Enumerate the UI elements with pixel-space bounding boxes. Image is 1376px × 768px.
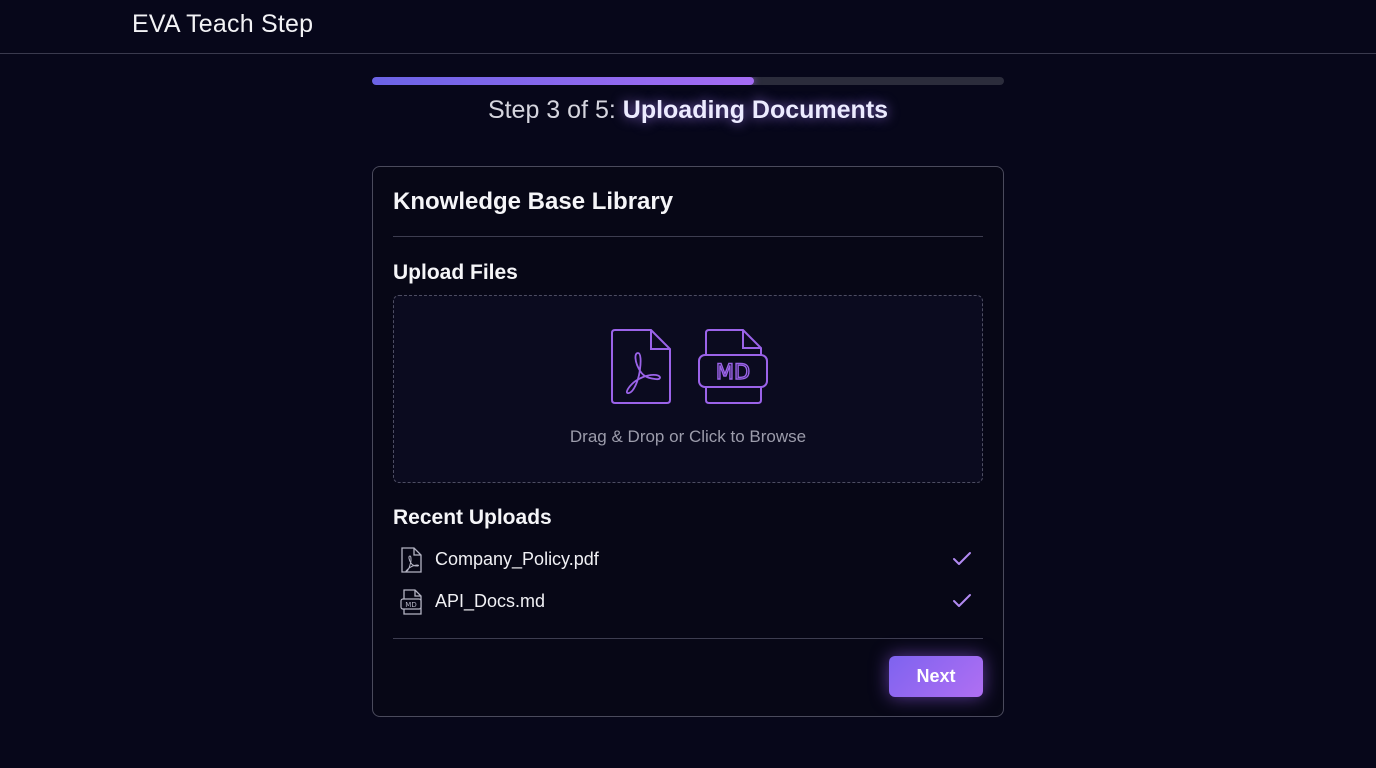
list-item[interactable]: Company_Policy.pdf [393,545,983,575]
knowledge-base-card: Knowledge Base Library Upload Files MD D… [372,166,1004,717]
md-file-icon: MD [399,588,425,621]
progress-bar [372,77,1004,85]
file-name: Company_Policy.pdf [435,549,599,569]
progress-bar-fill [372,77,755,85]
pdf-file-icon [399,546,423,579]
svg-text:MD: MD [405,601,416,609]
check-icon [951,592,973,615]
md-file-icon: MD [697,329,769,410]
recent-uploads-heading: Recent Uploads [393,506,552,529]
app-title: EVA Teach Step [132,10,314,38]
card-title: Knowledge Base Library [393,188,674,215]
divider [393,236,983,237]
file-dropzone[interactable]: MD Drag & Drop or Click to Browse [393,295,983,483]
dropzone-text: Drag & Drop or Click to Browse [569,427,807,446]
upload-files-heading: Upload Files [393,261,518,284]
list-item[interactable]: MD API_Docs.md [393,587,983,617]
step-counter: Step 3 of 5: [487,96,616,124]
step-name: Uploading Documents [622,96,889,124]
pdf-file-icon [610,329,672,410]
svg-text:MD: MD [716,360,750,384]
file-name: API_Docs.md [435,591,546,611]
next-button[interactable]: Next [889,656,983,697]
divider [393,638,983,639]
step-indicator: Step 3 of 5: Uploading Documents [372,96,1004,125]
top-bar: EVA Teach Step [0,0,1376,54]
check-icon [951,550,973,573]
